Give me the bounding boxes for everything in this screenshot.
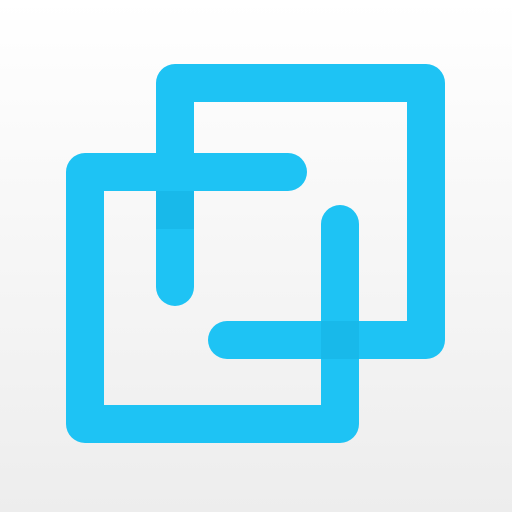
overlap-shade-top xyxy=(156,191,194,229)
overlap-shade-bottom xyxy=(321,321,359,359)
front-square-shape xyxy=(66,153,359,443)
overlapping-squares-icon xyxy=(66,64,445,443)
back-square-shape xyxy=(156,64,445,359)
app-icon xyxy=(0,0,512,512)
